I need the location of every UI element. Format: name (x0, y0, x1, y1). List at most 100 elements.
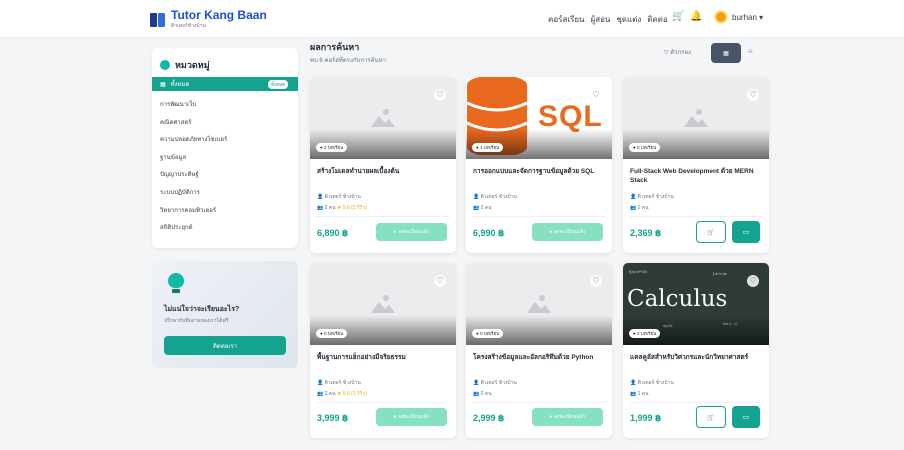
course-card[interactable]: SQL ♡ ● 1 บทเรียน การออกแบบและจัดการฐานข… (466, 77, 612, 253)
course-price: 1,999 ฿ (630, 413, 662, 423)
image-placeholder-icon (527, 295, 551, 313)
user-icon: 👤 (630, 194, 638, 200)
course-title[interactable]: โครงสร้างข้อมูลและอัลกอริทึมด้วย Python (473, 353, 609, 362)
top-navbar: Tutor Kang Baan ติวเตอร์ข้างบ้าน คอร์สเร… (0, 0, 904, 38)
heart-icon[interactable]: ♡ (590, 89, 602, 101)
course-price: 6,990 ฿ (473, 228, 505, 238)
nav-bundles[interactable]: ชุดแต่ง (616, 13, 641, 26)
image-placeholder-icon (371, 295, 395, 313)
heart-icon[interactable]: ♡ (747, 275, 759, 287)
course-price: 2,369 ฿ (630, 228, 662, 238)
category-count-badge: ทั้งหมด (267, 80, 288, 89)
enrolled-button[interactable]: ● ลงทะเบียนแล้ว (376, 408, 447, 426)
user-icon: 👤 (630, 380, 638, 386)
course-price: 3,999 ฿ (317, 413, 349, 423)
people-icon: 👥 (630, 391, 638, 397)
enrolled-button[interactable]: ● ลงทะเบียนแล้ว (532, 408, 603, 426)
filter-button[interactable]: ▽ ตัวกรอง (664, 47, 691, 57)
nav-contact[interactable]: ติดต่อ (647, 13, 667, 26)
add-to-cart-button[interactable]: 🛒 (696, 406, 726, 428)
promo-title: ไม่แน่ใจว่าจะเรียนอะไร? (164, 306, 240, 313)
list-view-button[interactable]: ≡ (748, 47, 753, 56)
lightbulb-icon (168, 273, 184, 293)
category-item-security[interactable]: ความปลอดภัยทางไซเบอร์ (160, 134, 227, 152)
lesson-count-badge: ● 0 บทเรียน (629, 143, 661, 152)
category-item-cs[interactable]: วิทยาการคอมพิวเตอร์ (160, 205, 227, 223)
category-title: หมวดหมู่ (175, 60, 210, 70)
course-students: 👥 1 คน (630, 391, 649, 397)
category-item-math[interactable]: คณิตศาสตร์ (160, 117, 227, 135)
course-rating: ★ 5.0 (1 รีวิว) (336, 391, 367, 397)
main-nav: คอร์สเรียน ผู้สอน ชุดแต่ง ติดต่อ (548, 13, 668, 26)
help-promo-card: ไม่แน่ใจว่าจะเรียนอะไร? ปรึกษากับทีมงานข… (152, 261, 298, 368)
course-card[interactable]: ♡ ● 0 บทเรียน โครงสร้างข้อมูลและอัลกอริท… (466, 263, 612, 438)
course-thumbnail: ♡ ● 0 บทเรียน (310, 263, 456, 345)
course-thumbnail: ♡ ● 0 บทเรียน (466, 263, 612, 345)
course-card[interactable]: ♡ ● 2 บทเรียน สร้างโมเดลทำนายผลเบื้องต้น… (310, 77, 456, 253)
people-icon: 👥 (473, 205, 481, 211)
heart-icon[interactable]: ♡ (590, 275, 602, 287)
category-item-os[interactable]: ระบบปฏิบัติการ (160, 187, 227, 205)
course-students: 👥 2 คน (473, 391, 492, 397)
course-thumbnail: f(x)=x²+2x ∫ e^x dx lim x→0 dy/dx Calcul… (623, 263, 769, 345)
category-item-all[interactable]: ▦ ทั้งหมด ทั้งหมด (152, 77, 298, 91)
heart-icon[interactable]: ♡ (434, 89, 446, 101)
buy-now-button[interactable]: ▭ (732, 221, 760, 243)
course-title[interactable]: สร้างโมเดลทำนายผลเบื้องต้น (317, 167, 453, 176)
image-placeholder-icon (684, 109, 708, 127)
nav-courses[interactable]: คอร์สเรียน (548, 13, 585, 26)
course-instructor: 👤 ติวเตอร์ ข้างบ้าน (317, 380, 361, 386)
course-instructor: 👤 ติวเตอร์ ข้างบ้าน (473, 380, 517, 386)
image-placeholder-icon (371, 109, 395, 127)
bell-icon[interactable]: 🔔 (690, 11, 702, 22)
user-icon: 👤 (317, 380, 325, 386)
people-icon: 👥 (317, 205, 325, 211)
promo-subtitle: ปรึกษากับทีมงานของเราได้ฟรี (164, 318, 229, 324)
user-icon: 👤 (473, 194, 481, 200)
category-item-database[interactable]: ฐานข้อมูล (160, 152, 227, 170)
course-title[interactable]: พื้นฐานการแฮ็กอย่างมีจริยธรรม (317, 353, 453, 362)
lesson-count-badge: ● 2 บทเรียน (316, 143, 348, 152)
course-students: 👥 2 คน ★ 5.0 (1 รีวิว) (317, 205, 367, 211)
course-title[interactable]: Full-Stack Web Development ด้วย MERN Sta… (630, 167, 766, 185)
brand-tagline: ติวเตอร์ข้างบ้าน (171, 23, 206, 29)
course-card[interactable]: ♡ ● 0 บทเรียน Full-Stack Web Development… (623, 77, 769, 253)
course-thumbnail: ♡ ● 0 บทเรียน (623, 77, 769, 159)
avatar[interactable] (714, 10, 728, 24)
course-title[interactable]: แคลคูลัสสำหรับวิศวกรและนักวิทยาศาสตร์ (630, 353, 766, 362)
lesson-count-badge: ● 2 บทเรียน (629, 329, 661, 338)
course-card[interactable]: ♡ ● 0 บทเรียน พื้นฐานการแฮ็กอย่างมีจริยธ… (310, 263, 456, 438)
lesson-count-badge: ● 0 บทเรียน (472, 329, 504, 338)
grid-view-button[interactable]: ▦ (711, 43, 741, 63)
heart-icon[interactable]: ♡ (434, 275, 446, 287)
buy-now-button[interactable]: ▭ (732, 406, 760, 428)
people-icon: 👥 (317, 391, 325, 397)
category-item-web[interactable]: การพัฒนาเว็บ (160, 99, 227, 117)
enrolled-button[interactable]: ● ลงทะเบียนแล้ว (376, 223, 447, 241)
lesson-count-badge: ● 0 บทเรียน (316, 329, 348, 338)
user-icon: 👤 (317, 194, 325, 200)
category-item-ai[interactable]: ปัญญาประดิษฐ์ (160, 169, 227, 187)
lesson-count-badge: ● 1 บทเรียน (472, 143, 504, 152)
calculus-art-text: Calculus (627, 286, 728, 312)
people-icon: 👥 (630, 205, 638, 211)
course-instructor: 👤 ติวเตอร์ ข้างบ้าน (630, 194, 674, 200)
course-title[interactable]: การออกแบบและจัดการฐานข้อมูลด้วย SQL (473, 167, 609, 176)
course-thumbnail: ♡ ● 2 บทเรียน (310, 77, 456, 159)
course-price: 2,999 ฿ (473, 413, 505, 423)
brand-logo[interactable]: Tutor Kang Baan ติวเตอร์ข้างบ้าน (150, 9, 267, 30)
category-sidebar: หมวดหมู่ ▦ ทั้งหมด ทั้งหมด การพัฒนาเว็บ … (152, 48, 298, 248)
enrolled-button[interactable]: ● ลงทะเบียนแล้ว (532, 223, 603, 241)
course-instructor: 👤 ติวเตอร์ ข้างบ้าน (317, 194, 361, 200)
add-to-cart-button[interactable]: 🛒 (696, 221, 726, 243)
course-card[interactable]: f(x)=x²+2x ∫ e^x dx lim x→0 dy/dx Calcul… (623, 263, 769, 438)
user-menu[interactable]: burhan ▾ (732, 13, 763, 22)
nav-instructors[interactable]: ผู้สอน (591, 13, 611, 26)
heart-icon[interactable]: ♡ (747, 89, 759, 101)
results-title: ผลการค้นหา (310, 42, 360, 52)
category-icon (160, 60, 170, 70)
course-price: 6,890 ฿ (317, 228, 349, 238)
category-item-stats[interactable]: สถิติประยุกต์ (160, 222, 227, 240)
cart-icon[interactable]: 🛒 (672, 11, 684, 22)
contact-button[interactable]: ติดต่อเรา (164, 336, 286, 355)
